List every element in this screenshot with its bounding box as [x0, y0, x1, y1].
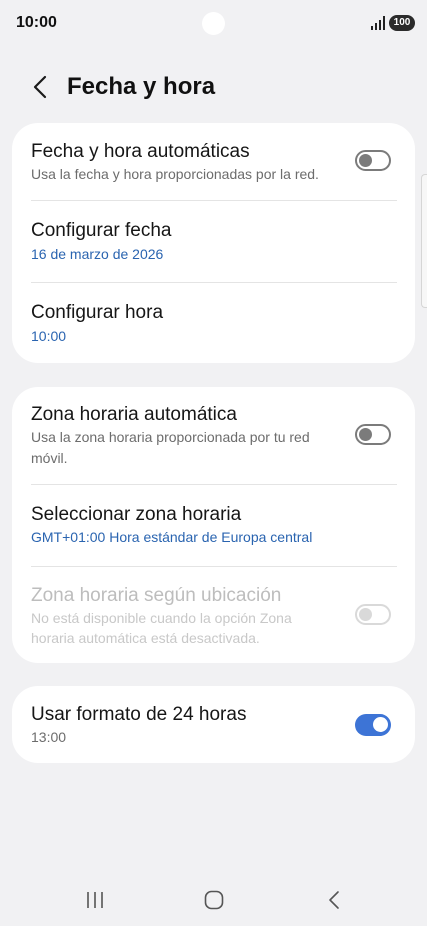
status-time: 10:00 — [16, 14, 57, 31]
back-icon — [329, 891, 339, 909]
toggle-knob — [373, 717, 388, 732]
date-time-card: Fecha y hora automáticas Usa la fecha y … — [12, 123, 415, 363]
select-timezone-value: GMT+01:00 Hora estándar de Europa centra… — [31, 529, 313, 545]
auto-timezone-row[interactable]: Zona horaria automática Usa la zona hora… — [12, 387, 415, 484]
recent-apps-icon — [87, 892, 103, 908]
auto-datetime-row[interactable]: Fecha y hora automáticas Usa la fecha y … — [12, 123, 415, 200]
set-date-value: 16 de marzo de 2026 — [31, 246, 164, 262]
home-icon — [204, 890, 224, 910]
auto-datetime-subtitle: Usa la fecha y hora proporcionadas por l… — [31, 166, 319, 182]
toggle-knob — [359, 154, 372, 167]
select-timezone-row[interactable]: Seleccionar zona horaria GMT+01:00 Hora … — [12, 485, 415, 566]
toggle-knob — [359, 428, 372, 441]
auto-timezone-subtitle-line2: móvil. — [31, 450, 68, 466]
battery-icon: 100 — [389, 15, 415, 31]
scrollbar[interactable] — [421, 174, 427, 308]
home-button[interactable] — [194, 884, 234, 916]
location-timezone-row: Zona horaria según ubicación No está dis… — [12, 567, 415, 663]
recent-apps-button[interactable] — [75, 884, 115, 916]
time-format-card: Usar formato de 24 horas 13:00 — [12, 686, 415, 763]
select-timezone-title: Seleccionar zona horaria — [31, 504, 242, 525]
auto-datetime-title: Fecha y hora automáticas — [31, 141, 250, 162]
format-24h-value: 13:00 — [31, 729, 67, 745]
location-timezone-subtitle-line1: No está disponible cuando la opción Zona — [31, 610, 292, 626]
auto-timezone-title: Zona horaria automática — [31, 404, 237, 425]
nav-back-button[interactable] — [314, 884, 354, 916]
set-time-row[interactable]: Configurar hora 10:00 — [12, 283, 415, 363]
format-24h-row[interactable]: Usar formato de 24 horas 13:00 — [12, 686, 415, 763]
location-timezone-title: Zona horaria según ubicación — [31, 585, 282, 606]
auto-datetime-toggle[interactable] — [355, 150, 391, 171]
auto-timezone-subtitle-line1: Usa la zona horaria proporcionada por tu… — [31, 429, 310, 445]
chevron-left-icon — [33, 75, 47, 99]
signal-icon — [371, 16, 385, 30]
format-24h-title: Usar formato de 24 horas — [31, 704, 247, 725]
timezone-card: Zona horaria automática Usa la zona hora… — [12, 387, 415, 663]
auto-timezone-toggle[interactable] — [355, 424, 391, 445]
page-title: Fecha y hora — [67, 73, 216, 100]
set-time-title: Configurar hora — [31, 302, 164, 323]
format-24h-toggle[interactable] — [355, 714, 391, 736]
toggle-knob — [359, 608, 372, 621]
set-time-value: 10:00 — [31, 328, 67, 344]
status-bar: 10:00 100 — [0, 0, 427, 48]
camera-cutout — [202, 12, 225, 35]
back-button[interactable] — [26, 72, 54, 102]
location-timezone-subtitle-line2: horaria automática está desactivada. — [31, 630, 260, 646]
set-date-title: Configurar fecha — [31, 220, 172, 241]
location-timezone-toggle — [355, 604, 391, 625]
set-date-row[interactable]: Configurar fecha 16 de marzo de 2026 — [12, 201, 415, 282]
